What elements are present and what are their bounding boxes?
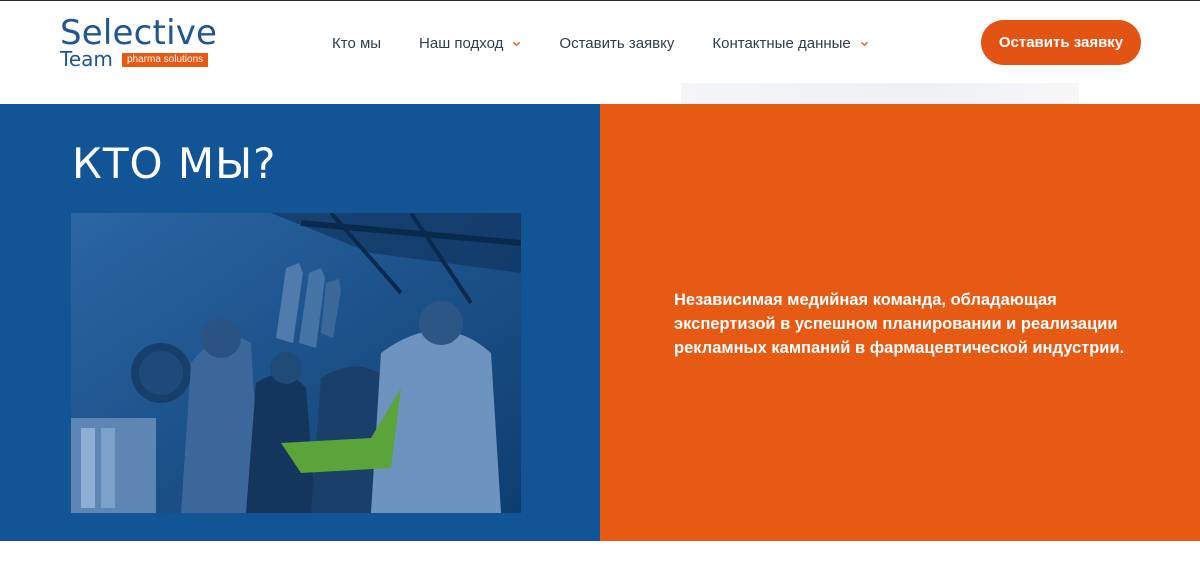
nav-item-contacts[interactable]: Контактные данные <box>712 35 868 52</box>
section-title: КТО МЫ? <box>72 139 277 188</box>
about-description: Независимая медийная команда, обладающая… <box>674 291 1125 357</box>
nav-item-approach[interactable]: Наш подход <box>419 35 521 52</box>
logo-name: Selective <box>60 13 218 53</box>
about-right-panel: Независимая медийная команда, обладающая… <box>600 104 1200 541</box>
nav-item-label: Наш подход <box>419 34 504 52</box>
chevron-down-icon <box>860 41 868 46</box>
nav-item-label: Контактные данные <box>712 34 851 52</box>
team-photo <box>71 213 521 513</box>
logo-tagline: pharma solutions <box>122 53 209 67</box>
nav-item-label: Кто мы <box>332 34 382 52</box>
apply-button[interactable]: Оставить заявку <box>981 20 1141 65</box>
nav-item-label: Оставить заявку <box>559 34 675 52</box>
about-left-panel: КТО МЫ? <box>0 104 600 541</box>
nav-item-apply[interactable]: Оставить заявку <box>559 35 674 52</box>
logo[interactable]: Selective Team pharma solutions <box>60 15 230 71</box>
hero-image-edge <box>681 83 1079 104</box>
site-header: Selective Team pharma solutions Кто мы Н… <box>0 1 1200 83</box>
chevron-down-icon <box>513 41 521 46</box>
main-nav: Кто мы Наш подход Оставить заявку Контак… <box>332 31 869 55</box>
team-high-five-icon <box>71 213 521 513</box>
logo-team: Team <box>60 47 113 71</box>
nav-item-about[interactable]: Кто мы <box>332 35 381 52</box>
page-bottom <box>0 541 1200 580</box>
